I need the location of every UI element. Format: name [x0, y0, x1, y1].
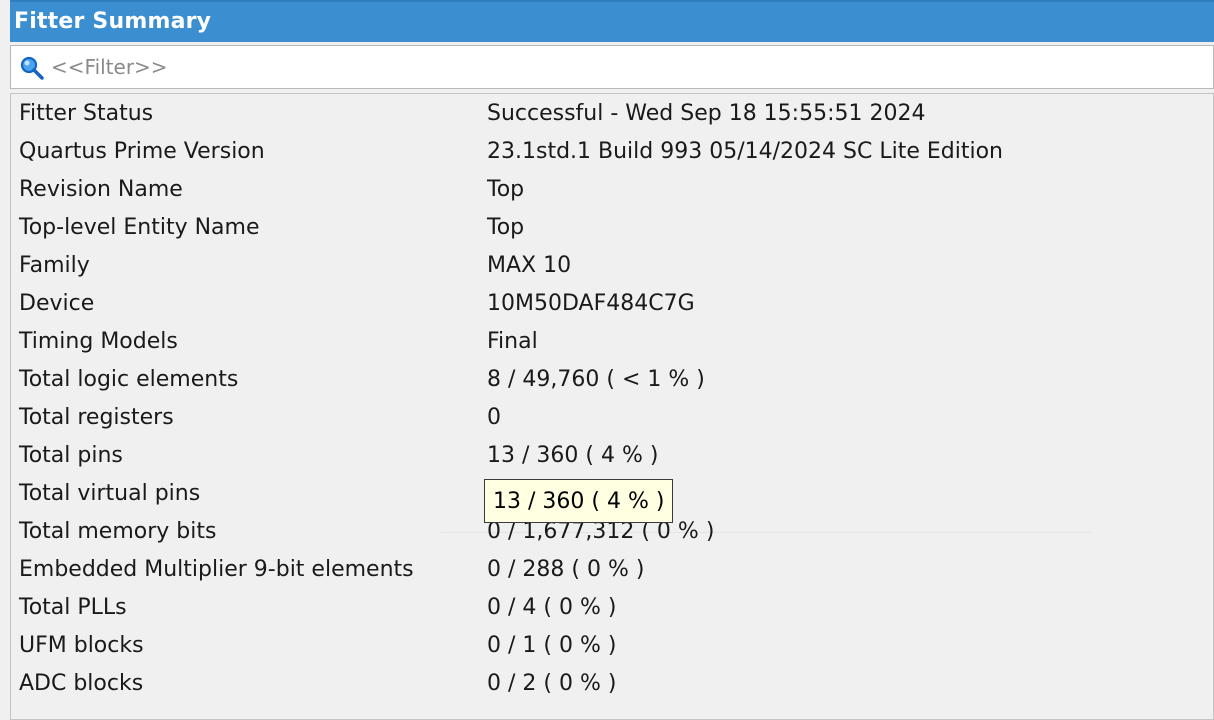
row-label: Total registers: [19, 405, 174, 430]
filter-box[interactable]: [10, 45, 1214, 89]
row-label: Timing Models: [19, 329, 178, 354]
row-label: Revision Name: [19, 177, 183, 202]
table-row[interactable]: Revision Name Top: [11, 171, 1213, 209]
table-row[interactable]: Device 10M50DAF484C7G: [11, 285, 1213, 323]
row-value: Successful - Wed Sep 18 15:55:51 2024: [487, 101, 926, 126]
row-label: Fitter Status: [19, 101, 154, 126]
table-row[interactable]: Total PLLs 0 / 4 ( 0 % ): [11, 589, 1213, 627]
row-label: UFM blocks: [19, 633, 144, 658]
row-value: 8 / 49,760 ( < 1 % ): [487, 367, 705, 392]
table-row[interactable]: Total registers 0: [11, 399, 1213, 437]
row-label: Total pins: [19, 443, 123, 468]
row-label: Quartus Prime Version: [19, 139, 265, 164]
row-value: 13 / 360 ( 4 % ): [487, 443, 659, 468]
row-value: 0 / 4 ( 0 % ): [487, 595, 617, 620]
row-label: ADC blocks: [19, 671, 144, 696]
tooltip: 13 / 360 ( 4 % ): [484, 479, 674, 523]
row-label: Device: [19, 291, 95, 316]
table-row[interactable]: UFM blocks 0 / 1 ( 0 % ): [11, 627, 1213, 665]
row-value: 10M50DAF484C7G: [487, 291, 695, 316]
table-row[interactable]: Embedded Multiplier 9-bit elements 0 / 28…: [11, 551, 1213, 589]
row-value: 0 / 1 ( 0 % ): [487, 633, 617, 658]
row-value: Top: [487, 215, 525, 240]
table-row[interactable]: Top-level Entity Name Top: [11, 209, 1213, 247]
table-row[interactable]: Family MAX 10: [11, 247, 1213, 285]
table-row[interactable]: Total pins 13 / 360 ( 4 % ): [11, 437, 1213, 475]
row-label: Embedded Multiplier 9-bit elements: [19, 557, 414, 582]
row-value: Top: [487, 177, 525, 202]
table-row[interactable]: Total logic elements 8 / 49,760 ( < 1 % ): [11, 361, 1213, 399]
filter-input[interactable]: [51, 52, 1191, 82]
row-value: 0 / 2 ( 0 % ): [487, 671, 617, 696]
table-row[interactable]: ADC blocks 0 / 2 ( 0 % ): [11, 665, 1213, 703]
row-label: Total logic elements: [19, 367, 239, 392]
search-icon: [20, 56, 44, 80]
table-row[interactable]: Quartus Prime Version 23.1std.1 Build 993…: [11, 133, 1213, 171]
row-value: 23.1std.1 Build 993 05/14/2024 SC Lite E…: [487, 139, 1003, 164]
row-value: MAX 10: [487, 253, 572, 278]
table-row[interactable]: Timing Models Final: [11, 323, 1213, 361]
row-label: Total PLLs: [19, 595, 127, 620]
row-label: Family: [19, 253, 90, 278]
row-label: Total memory bits: [19, 519, 217, 544]
row-value: 0 / 288 ( 0 % ): [487, 557, 645, 582]
table-row[interactable]: Fitter Status Successful - Wed Sep 18 15:…: [11, 95, 1213, 133]
panel-title: Fitter Summary: [14, 9, 212, 34]
row-label: Top-level Entity Name: [19, 215, 260, 240]
panel-title-bar: Fitter Summary: [10, 0, 1214, 42]
row-value: 0: [487, 405, 501, 430]
summary-table: Fitter Status Successful - Wed Sep 18 15:…: [10, 93, 1214, 720]
fitter-summary-panel: Fitter Summary Fitter Status Successful -…: [10, 0, 1214, 720]
row-value: Final: [487, 329, 538, 354]
row-label: Total virtual pins: [19, 481, 201, 506]
